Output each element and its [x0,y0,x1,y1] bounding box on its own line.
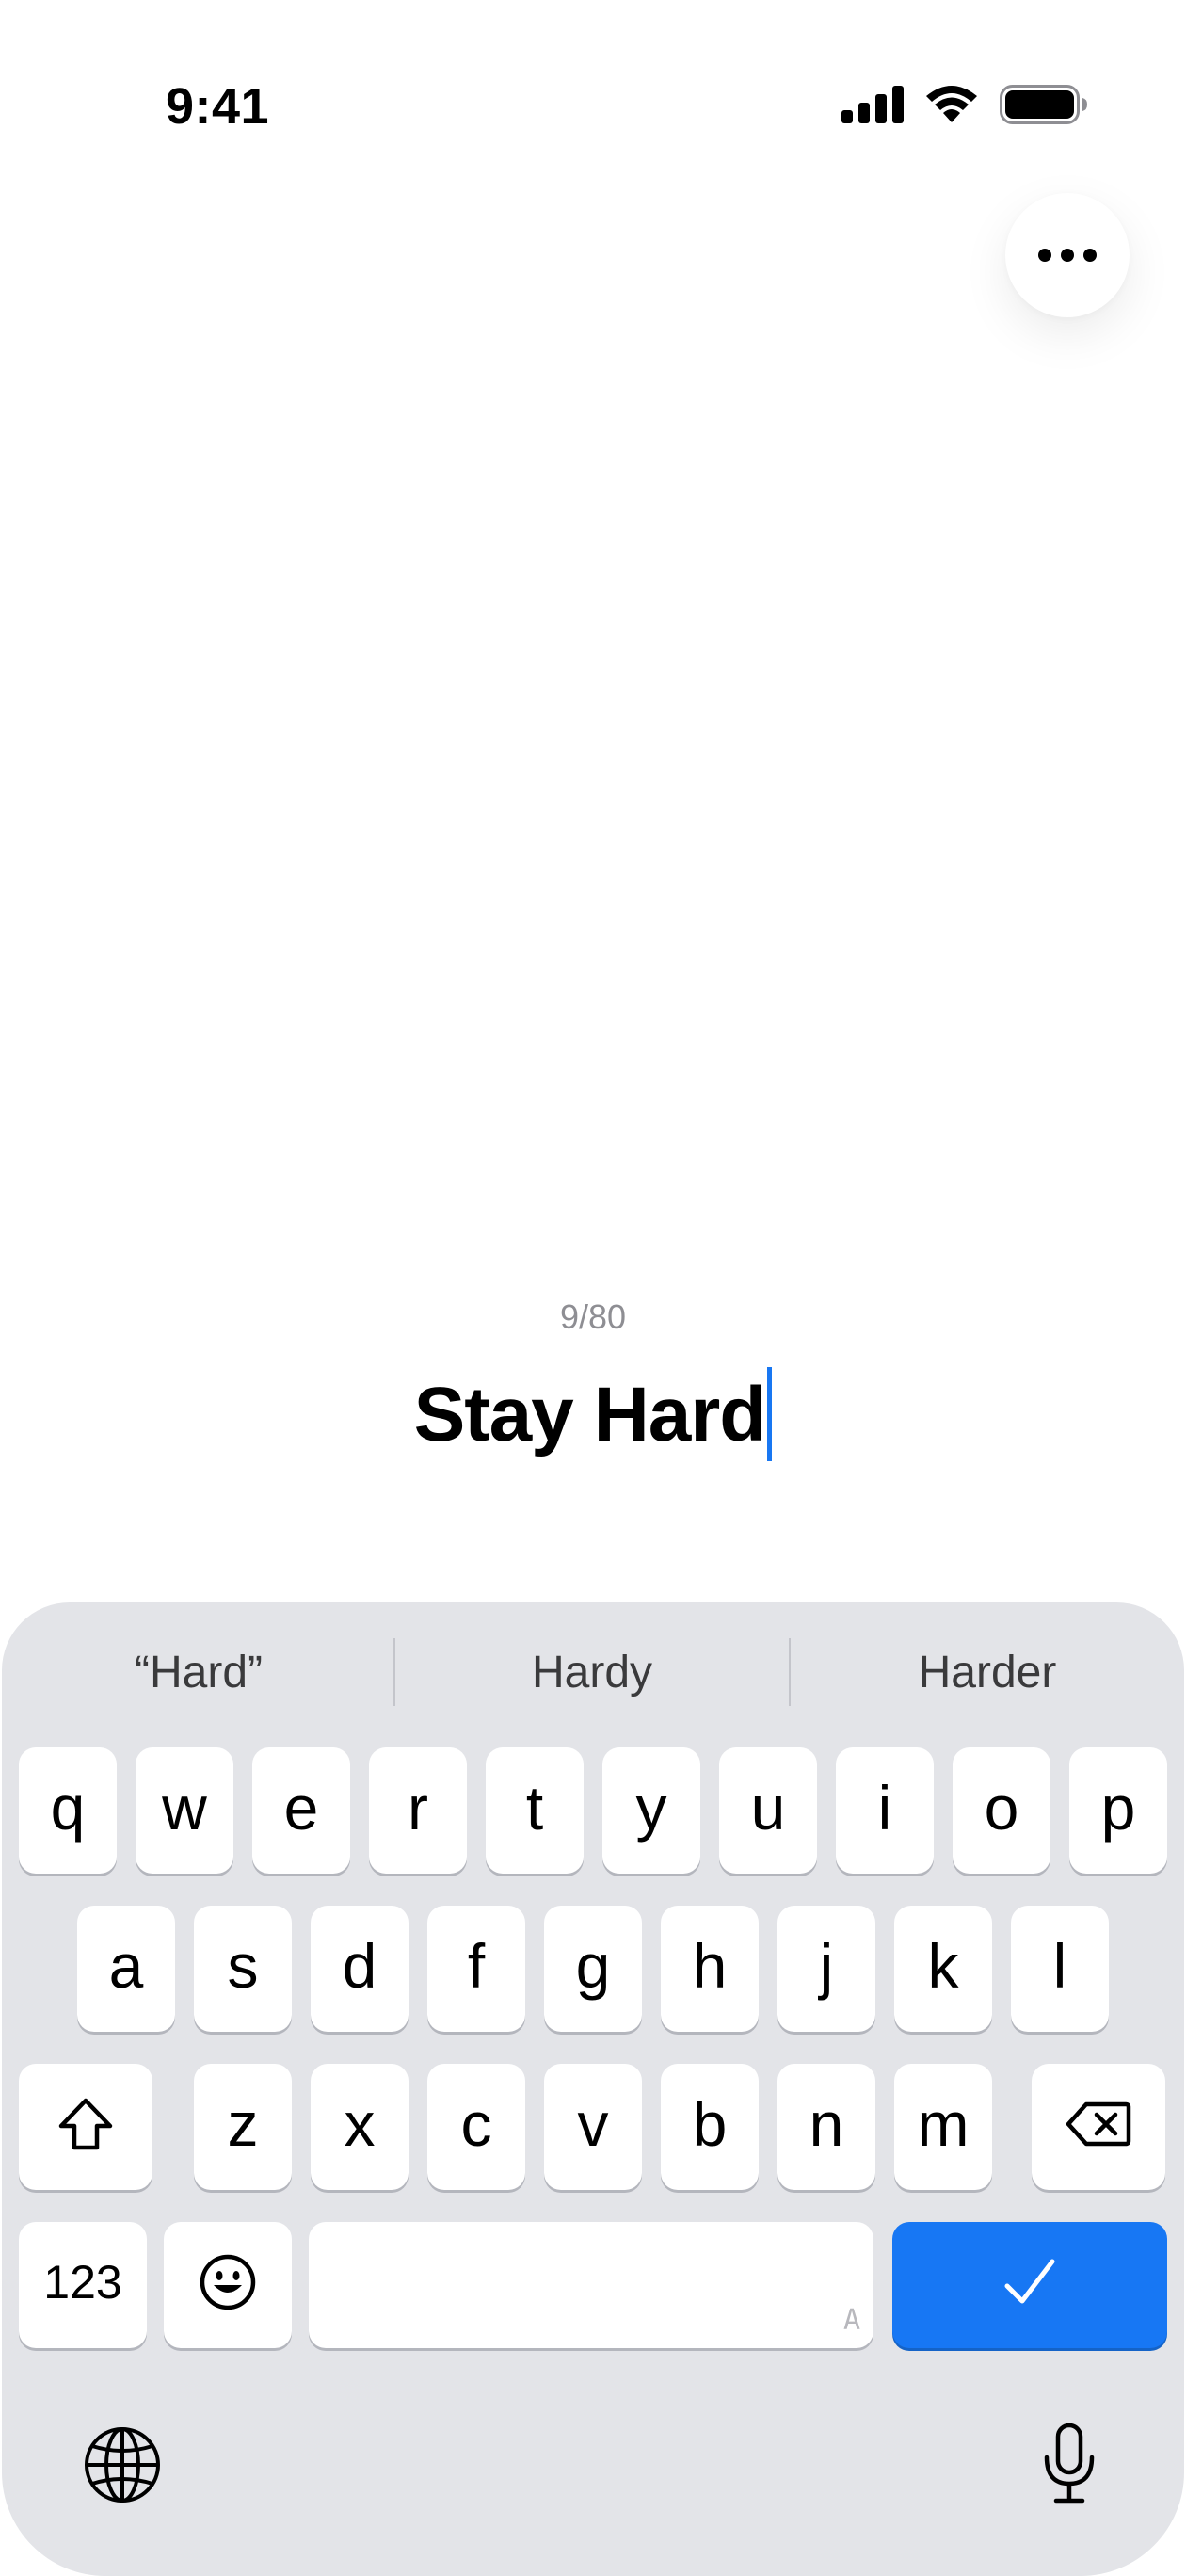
battery-icon [1000,85,1087,124]
key-c[interactable]: c [427,2064,525,2190]
space-key-tag: A [842,2304,860,2337]
globe-button[interactable] [77,2420,168,2510]
key-i[interactable]: i [836,1747,934,1874]
key-o[interactable]: o [953,1747,1050,1874]
title-input[interactable]: Stay Hard [0,1363,1186,1467]
numbers-key[interactable]: 123 [19,2222,147,2348]
wifi-icon [926,86,977,122]
more-icon [1038,249,1097,262]
key-l[interactable]: l [1011,1906,1109,2032]
key-b[interactable]: b [661,2064,759,2190]
key-r[interactable]: r [369,1747,467,1874]
keyboard: “Hard” Hardy Harder q w e r t y u i o p … [2,1602,1184,2576]
key-y[interactable]: y [602,1747,700,1874]
key-d[interactable]: d [311,1906,409,2032]
key-q[interactable]: q [19,1747,117,1874]
key-p[interactable]: p [1069,1747,1167,1874]
backspace-icon [1066,2101,1131,2147]
space-key[interactable]: A [309,2222,873,2348]
key-m[interactable]: m [894,2064,992,2190]
key-k[interactable]: k [894,1906,992,2032]
suggestion-divider [789,1638,791,1706]
checkmark-icon [1004,2259,1055,2304]
status-icons [841,85,1088,124]
key-w[interactable]: w [136,1747,233,1874]
suggestion-3[interactable]: Harder [794,1640,1180,1706]
shift-key[interactable] [19,2064,152,2190]
status-bar: 9:41 [0,0,1186,151]
more-options-button[interactable] [1005,193,1130,317]
key-s[interactable]: s [194,1906,292,2032]
suggestion-2[interactable]: Hardy [399,1640,785,1706]
character-counter: 9/80 [559,1297,627,1336]
done-key[interactable] [892,2222,1167,2348]
key-e[interactable]: e [252,1747,350,1874]
key-u[interactable]: u [719,1747,817,1874]
suggestion-bar: “Hard” Hardy Harder [2,1602,1184,1734]
signal-icon [841,86,904,123]
key-t[interactable]: t [486,1747,584,1874]
key-a[interactable]: a [77,1906,175,2032]
emoji-key[interactable] [164,2222,292,2348]
microphone-icon [1044,2423,1095,2504]
key-x[interactable]: x [311,2064,409,2190]
key-v[interactable]: v [544,2064,642,2190]
microphone-button[interactable] [1024,2412,1114,2516]
emoji-icon [200,2254,256,2310]
text-caret [767,1367,773,1461]
key-j[interactable]: j [777,1906,875,2032]
title-input-text[interactable]: Stay Hard [414,1363,767,1467]
backspace-key[interactable] [1032,2064,1165,2190]
key-n[interactable]: n [777,2064,875,2190]
status-time: 9:41 [166,78,270,135]
key-h[interactable]: h [661,1906,759,2032]
shift-icon [58,2098,113,2150]
key-z[interactable]: z [194,2064,292,2190]
key-f[interactable]: f [427,1906,525,2032]
key-g[interactable]: g [544,1906,642,2032]
globe-icon [85,2427,160,2503]
suggestion-divider [393,1638,395,1706]
suggestion-1[interactable]: “Hard” [6,1640,392,1706]
